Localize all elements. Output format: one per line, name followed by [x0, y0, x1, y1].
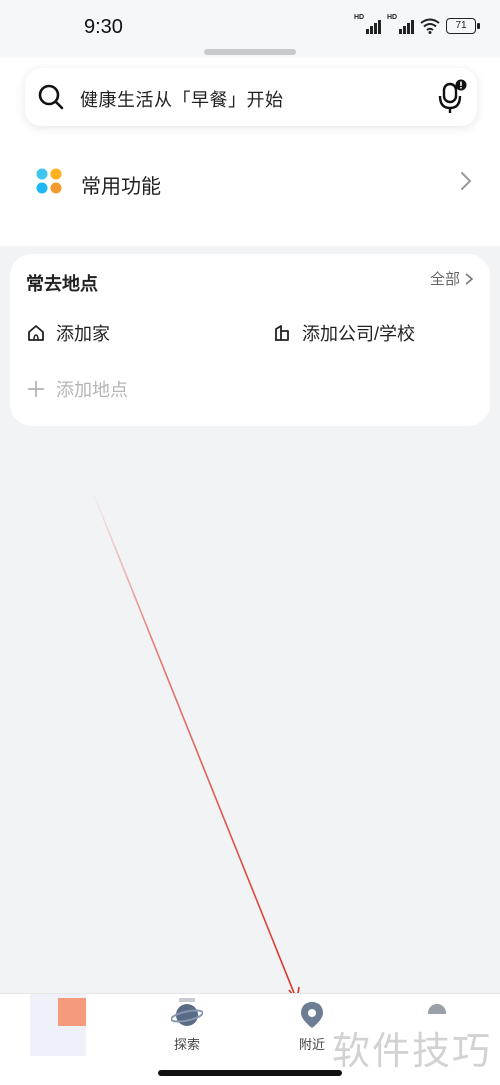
common-functions-row[interactable]: 常用功能 [0, 150, 500, 214]
wifi-icon [420, 18, 440, 34]
signal-icon-2: HD [387, 14, 414, 34]
add-home-button[interactable]: 添加家 [26, 320, 110, 346]
nav-item-explore[interactable]: 探索 [147, 994, 227, 1064]
apps-grid-icon [36, 168, 62, 194]
home-icon [28, 325, 44, 341]
signal-icon: HD [354, 14, 381, 34]
search-box[interactable]: 健康生活从「早餐」开始 [25, 68, 477, 126]
watermark: 软件技巧 [331, 1029, 492, 1073]
profile-icon[interactable] [428, 1004, 446, 1014]
search-icon[interactable] [37, 83, 65, 111]
all-places-link[interactable]: 全部 [430, 268, 474, 289]
status-time: 9:30 [84, 16, 123, 38]
home-thumbnail [58, 998, 86, 1026]
battery-icon: 71 [446, 18, 480, 34]
frequent-places-title: 常去地点 [26, 274, 98, 294]
drag-handle[interactable] [204, 49, 296, 55]
signal-hd-label-2: HD [387, 14, 398, 21]
add-home-label: 添加家 [56, 324, 110, 344]
status-icons: HD HD 71 [354, 14, 480, 34]
add-work-label: 添加公司/学校 [302, 324, 416, 344]
home-indicator[interactable] [158, 1070, 342, 1076]
planet-icon [171, 998, 203, 1026]
chevron-right-icon [465, 272, 474, 285]
add-place-label: 添加地点 [56, 380, 128, 400]
nav-label-explore: 探索 [173, 1037, 200, 1052]
chevron-right-icon [461, 172, 472, 190]
all-places-label: 全部 [429, 271, 460, 288]
search-input[interactable]: 健康生活从「早餐」开始 [80, 86, 284, 112]
add-work-button[interactable]: 添加公司/学校 [272, 320, 415, 346]
location-pin-icon [301, 1002, 323, 1028]
nav-item-home[interactable] [0, 994, 86, 1064]
add-place-button[interactable]: 添加地点 [26, 376, 128, 402]
microphone-icon[interactable] [437, 78, 467, 114]
signal-hd-label: HD [354, 14, 365, 21]
plus-icon [28, 381, 44, 397]
building-icon [275, 325, 289, 341]
common-functions-label: 常用功能 [81, 176, 161, 198]
frequent-places-card: 常去地点 全部 添加家 添加公司/学校 添加地点 [10, 254, 490, 426]
